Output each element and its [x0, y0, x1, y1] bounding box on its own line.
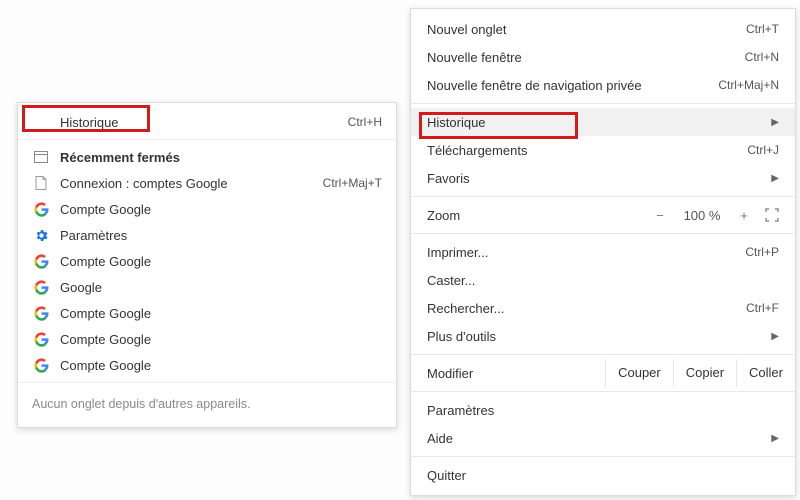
- google-icon: [32, 330, 50, 348]
- history-item-label: Compte Google: [60, 254, 382, 269]
- menu-item-new-window[interactable]: Nouvelle fenêtre Ctrl+N: [411, 43, 795, 71]
- separator: [411, 354, 795, 355]
- separator: [18, 382, 396, 383]
- menu-item-downloads[interactable]: Téléchargements Ctrl+J: [411, 136, 795, 164]
- zoom-out-button[interactable]: −: [649, 208, 671, 223]
- menu-item-zoom: Zoom − 100 % +: [411, 201, 795, 229]
- google-icon: [32, 278, 50, 296]
- history-item-label: Google: [60, 280, 382, 295]
- zoom-controls: − 100 % +: [649, 208, 779, 223]
- menu-item-history[interactable]: Historique Ctrl+H: [18, 109, 396, 135]
- menu-item-label: Quitter: [427, 468, 779, 483]
- menu-item-shortcut: Ctrl+Maj+N: [718, 78, 779, 92]
- menu-item-help[interactable]: Aide ▶: [411, 424, 795, 452]
- recently-closed-heading: Récemment fermés: [18, 144, 396, 170]
- menu-item-label: Historique: [427, 115, 761, 130]
- menu-item-bookmarks[interactable]: Favoris ▶: [411, 164, 795, 192]
- separator: [411, 391, 795, 392]
- menu-item-label: Favoris: [427, 171, 761, 186]
- history-item-label: Compte Google: [60, 306, 382, 321]
- menu-item-label: Aide: [427, 431, 761, 446]
- menu-item-settings[interactable]: Paramètres: [411, 396, 795, 424]
- history-item[interactable]: Compte Google: [18, 326, 396, 352]
- chrome-main-menu: Nouvel onglet Ctrl+T Nouvelle fenêtre Ct…: [410, 8, 796, 496]
- fullscreen-icon[interactable]: [765, 208, 779, 222]
- menu-item-new-tab[interactable]: Nouvel onglet Ctrl+T: [411, 15, 795, 43]
- chevron-right-icon: ▶: [771, 331, 779, 342]
- document-icon: [32, 174, 50, 192]
- history-submenu: Historique Ctrl+H Récemment fermés Conne…: [17, 102, 397, 428]
- history-item[interactable]: Connexion : comptes Google Ctrl+Maj+T: [18, 170, 396, 196]
- menu-item-shortcut: Ctrl+H: [348, 115, 382, 129]
- menu-item-label: Zoom: [427, 208, 649, 223]
- menu-item-label: Modifier: [427, 366, 605, 381]
- chevron-right-icon: ▶: [771, 433, 779, 444]
- zoom-in-button[interactable]: +: [733, 208, 755, 223]
- copy-button[interactable]: Copier: [673, 359, 736, 387]
- zoom-level: 100 %: [681, 208, 723, 223]
- menu-item-shortcut: Ctrl+F: [746, 301, 779, 315]
- history-item-label: Compte Google: [60, 358, 382, 373]
- menu-item-label: Nouvelle fenêtre de navigation privée: [427, 78, 718, 93]
- menu-item-label: Téléchargements: [427, 143, 747, 158]
- google-icon: [32, 200, 50, 218]
- menu-item-label: Plus d'outils: [427, 329, 761, 344]
- google-icon: [32, 252, 50, 270]
- menu-item-label: Caster...: [427, 273, 779, 288]
- menu-item-label: Paramètres: [427, 403, 779, 418]
- heading-label: Récemment fermés: [60, 150, 382, 165]
- menu-item-edit: Modifier Couper Copier Coller: [411, 359, 795, 387]
- chevron-right-icon: ▶: [771, 173, 779, 184]
- history-item[interactable]: Compte Google: [18, 196, 396, 222]
- history-item-label: Paramètres: [60, 228, 382, 243]
- separator: [411, 456, 795, 457]
- menu-item-more-tools[interactable]: Plus d'outils ▶: [411, 322, 795, 350]
- separator: [411, 196, 795, 197]
- menu-item-quit[interactable]: Quitter: [411, 461, 795, 489]
- menu-item-print[interactable]: Imprimer... Ctrl+P: [411, 238, 795, 266]
- history-item-shortcut: Ctrl+Maj+T: [323, 176, 382, 190]
- menu-item-label: Rechercher...: [427, 301, 746, 316]
- history-item-label: Compte Google: [60, 332, 382, 347]
- menu-item-shortcut: Ctrl+N: [745, 50, 779, 64]
- no-tabs-message: Aucun onglet depuis d'autres appareils.: [18, 387, 396, 421]
- paste-button[interactable]: Coller: [736, 359, 795, 387]
- menu-item-label: Imprimer...: [427, 245, 745, 260]
- menu-item-shortcut: Ctrl+J: [747, 143, 779, 157]
- menu-item-label: Nouvel onglet: [427, 22, 746, 37]
- window-icon: [32, 148, 50, 166]
- spacer-icon: [32, 113, 50, 131]
- history-item[interactable]: Compte Google: [18, 352, 396, 378]
- google-icon: [32, 304, 50, 322]
- menu-item-cast[interactable]: Caster...: [411, 266, 795, 294]
- google-icon: [32, 356, 50, 374]
- menu-item-label: Nouvelle fenêtre: [427, 50, 745, 65]
- history-item[interactable]: Paramètres: [18, 222, 396, 248]
- edit-actions: Couper Copier Coller: [605, 359, 795, 387]
- menu-item-history[interactable]: Historique ▶: [411, 108, 795, 136]
- history-item-label: Compte Google: [60, 202, 382, 217]
- menu-item-incognito[interactable]: Nouvelle fenêtre de navigation privée Ct…: [411, 71, 795, 99]
- history-item[interactable]: Compte Google: [18, 300, 396, 326]
- menu-item-find[interactable]: Rechercher... Ctrl+F: [411, 294, 795, 322]
- history-item[interactable]: Google: [18, 274, 396, 300]
- history-item[interactable]: Compte Google: [18, 248, 396, 274]
- history-item-label: Connexion : comptes Google: [60, 176, 323, 191]
- menu-item-shortcut: Ctrl+T: [746, 22, 779, 36]
- menu-item-shortcut: Ctrl+P: [745, 245, 779, 259]
- separator: [411, 103, 795, 104]
- separator: [411, 233, 795, 234]
- chevron-right-icon: ▶: [771, 117, 779, 128]
- menu-item-label: Historique: [60, 115, 348, 130]
- cut-button[interactable]: Couper: [605, 359, 673, 387]
- separator: [18, 139, 396, 140]
- gear-icon: [32, 226, 50, 244]
